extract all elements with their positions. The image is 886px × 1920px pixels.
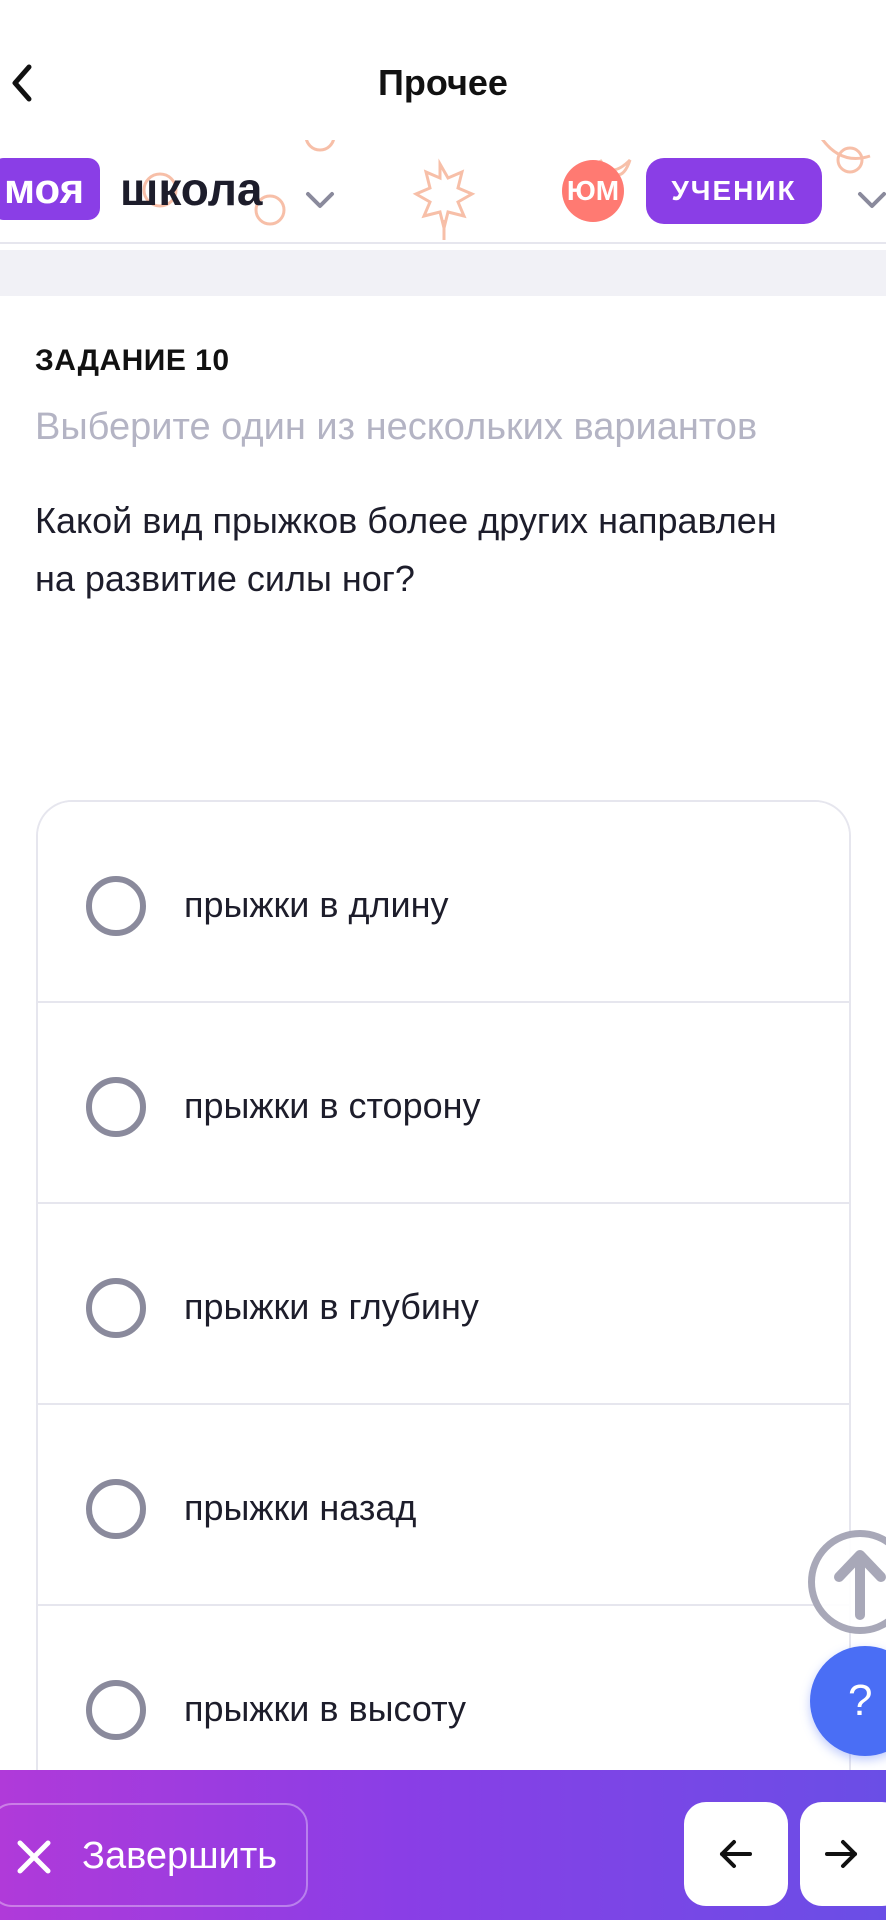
answer-option[interactable]: прыжки в глубину <box>38 1204 849 1405</box>
option-label: прыжки в высоту <box>184 1688 466 1729</box>
radio-button[interactable] <box>86 1077 146 1137</box>
radio-button[interactable] <box>86 1278 146 1338</box>
option-label: прыжки в сторону <box>184 1085 481 1126</box>
arrow-up-icon <box>834 1550 886 1620</box>
finish-label: Завершить <box>82 1835 278 1877</box>
arrow-left-icon <box>720 1840 752 1868</box>
top-bar: Прочее <box>0 0 886 150</box>
arrow-right-icon <box>825 1840 857 1868</box>
chevron-down-icon[interactable] <box>300 180 340 220</box>
logo-text: школа <box>120 163 263 215</box>
next-button[interactable] <box>800 1802 886 1906</box>
question-text: Какой вид прыжков более других направлен… <box>35 500 777 599</box>
answer-option[interactable]: прыжки в длину <box>38 802 849 1003</box>
option-label: прыжки в глубину <box>184 1286 479 1327</box>
radio-button[interactable] <box>86 1680 146 1740</box>
task-number: ЗАДАНИЕ 10 <box>35 344 230 377</box>
radio-button[interactable] <box>86 876 146 936</box>
bottom-bar: Завершить <box>0 1770 886 1920</box>
previous-button[interactable] <box>684 1802 788 1906</box>
page-title: Прочее <box>378 62 508 103</box>
option-label: прыжки назад <box>184 1487 417 1528</box>
task-hint: Выберите один из нескольких вариантов <box>35 406 758 448</box>
finish-button[interactable]: Завершить <box>0 1803 308 1907</box>
answer-options: прыжки в длину прыжки в сторону прыжки в… <box>36 800 851 1786</box>
option-label: прыжки в длину <box>184 884 449 925</box>
radio-button[interactable] <box>86 1479 146 1539</box>
task-card: ЗАДАНИЕ 10 Выберите один из нескольких в… <box>0 296 886 1786</box>
close-icon <box>17 1840 51 1874</box>
answer-option[interactable]: прыжки в сторону <box>38 1003 849 1204</box>
section-separator <box>0 250 886 296</box>
answer-option[interactable]: прыжки в высоту <box>38 1606 849 1786</box>
role-badge[interactable]: УЧЕНИК <box>646 158 822 224</box>
chevron-down-icon[interactable] <box>852 180 886 220</box>
avatar[interactable]: ЮМ <box>562 160 624 222</box>
scroll-top-button[interactable] <box>808 1530 886 1634</box>
logo-highlight: моя <box>0 158 101 220</box>
app-header: моя школа ЮМ УЧЕНИК <box>0 140 886 244</box>
answer-option[interactable]: прыжки назад <box>38 1405 849 1606</box>
